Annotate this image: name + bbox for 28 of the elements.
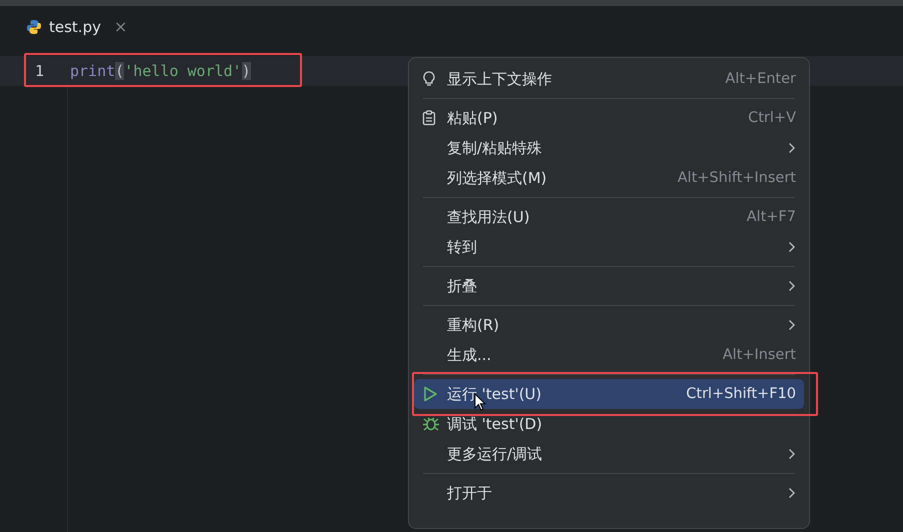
shortcut-label: Alt+Enter (725, 71, 796, 87)
menu-item[interactable]: 折叠 (414, 271, 804, 301)
menu-item[interactable]: 粘贴(P) Ctrl+V (414, 103, 804, 133)
close-icon[interactable]: × (114, 17, 128, 36)
menu-item[interactable]: 显示上下文操作 Alt+Enter (414, 64, 804, 94)
menu-item[interactable]: 查找用法(U) Alt+F7 (414, 202, 804, 232)
play-icon (422, 386, 438, 402)
shortcut-label: Alt+Shift+Insert (678, 170, 796, 186)
menu-item[interactable]: 运行 'test'(U) Ctrl+Shift+F10 (414, 379, 804, 409)
line-number: 1 (34, 62, 46, 80)
menu-item[interactable]: 列选择模式(M) Alt+Shift+Insert (414, 163, 804, 193)
menu-item[interactable]: 更多运行/调试 (414, 439, 804, 469)
menu-item[interactable]: 转到 (414, 232, 804, 262)
menu-item[interactable]: 重构(R) (414, 310, 804, 340)
menu-item[interactable]: 复制/粘贴特殊 (414, 133, 804, 163)
menu-item[interactable]: 生成... Alt+Insert (414, 340, 804, 370)
shortcut-label: Ctrl+V (748, 110, 796, 126)
clipboard-icon (422, 110, 436, 126)
python-icon (26, 18, 42, 34)
shortcut-label: Alt+F7 (746, 209, 796, 225)
menu-item[interactable]: 打开于 (414, 478, 804, 508)
bulb-icon (422, 71, 436, 87)
shortcut-label: Alt+Insert (722, 347, 796, 363)
menu-item[interactable]: 调试 'test'(D) (414, 409, 804, 439)
shortcut-label: Ctrl+Shift+F10 (686, 386, 796, 402)
code-line: print('hello world') (69, 62, 251, 80)
bug-icon (422, 416, 440, 432)
file-tab[interactable]: test.py × (24, 6, 138, 50)
